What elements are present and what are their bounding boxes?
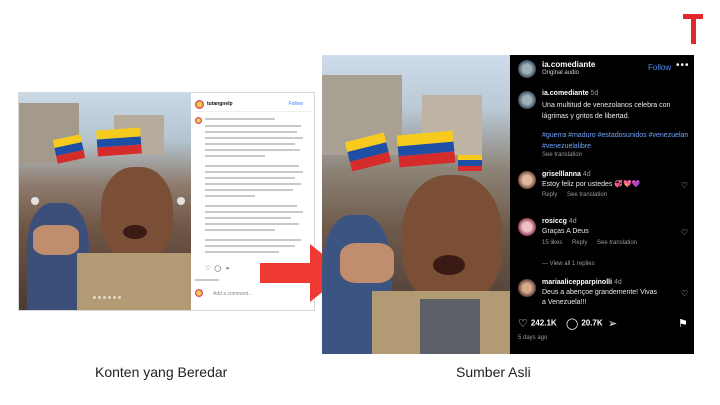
post-timestamp: 5 days ago xyxy=(518,335,548,341)
see-translation-link[interactable]: See translation xyxy=(597,240,637,246)
comment-text: Estoy feliz por ustedes 💞💖💜 xyxy=(542,181,641,188)
comment-button[interactable]: ◯ 20.7K xyxy=(566,317,603,330)
reply-link[interactable]: Reply xyxy=(572,240,587,246)
caption-username[interactable]: ia.comediante xyxy=(542,90,589,97)
heart-icon: ♡ xyxy=(518,318,528,330)
list-item: mariaalicepparpinolli 4d Deus a abençoe … xyxy=(518,279,694,313)
bookmark-icon: ⚑ xyxy=(678,318,688,330)
comment-author[interactable]: mariaalicepparpinolli 4d xyxy=(542,279,622,286)
circulated-post-header: tutangnelp Follow xyxy=(195,99,311,112)
circulated-content-label: Konten yang Beredar xyxy=(95,364,228,380)
comments-count: 20.7K xyxy=(581,318,603,328)
view-replies-link[interactable]: — View all 1 replies xyxy=(542,261,595,267)
comment-meta: Reply See translation xyxy=(542,192,615,198)
tempo-t-logo xyxy=(683,14,703,44)
caption-text: Una multitud de venezolanos celebra con … xyxy=(542,102,671,120)
original-post-photo xyxy=(322,55,510,354)
avatar[interactable] xyxy=(518,171,536,189)
list-item: griselllanna 4d Estoy feliz por ustedes … xyxy=(518,171,694,205)
post-author[interactable]: ia.comediante xyxy=(542,60,595,69)
avatar xyxy=(195,117,202,124)
caption-time: 5d xyxy=(590,90,599,97)
comment-author[interactable]: rosiccg 4d xyxy=(542,218,577,225)
avatar[interactable] xyxy=(518,60,536,78)
account-name[interactable]: tutangnelp xyxy=(207,101,233,107)
carousel-next-button[interactable] xyxy=(177,197,185,205)
original-post: ia.comediante Original audio Follow ••• … xyxy=(322,55,694,354)
heart-icon[interactable]: ♡ xyxy=(681,228,688,237)
audio-label[interactable]: Original audio xyxy=(542,70,579,76)
share-button[interactable]: ➢ xyxy=(608,317,620,330)
heart-icon[interactable]: ♡ xyxy=(681,181,688,190)
likes-count: 242.1K xyxy=(530,318,557,328)
circulated-post-photo xyxy=(19,93,191,310)
hashtags[interactable]: #guerra #maduro #estadosunidos #venezuel… xyxy=(542,130,690,152)
avatar[interactable] xyxy=(518,218,536,236)
send-icon: ➢ xyxy=(608,318,618,330)
comment-icon: ◯ xyxy=(566,318,579,330)
likes-count[interactable]: 15 likes xyxy=(542,240,562,246)
avatar[interactable] xyxy=(518,91,536,109)
avatar xyxy=(195,289,203,297)
comment-text: Deus a abençoe grandemente! Vivas a Vene… xyxy=(542,289,658,306)
carousel-dots xyxy=(93,296,121,299)
arrow-right-shape xyxy=(260,263,312,283)
heart-icon[interactable]: ♡ xyxy=(205,266,210,272)
circulated-post-actions: ♡ ◯ ➢ xyxy=(205,265,234,272)
comment-input[interactable]: Add a comment... xyxy=(213,291,252,297)
avatar[interactable] xyxy=(195,100,204,109)
comment-icon[interactable]: ◯ xyxy=(214,266,221,272)
caption-author[interactable]: ia.comediante 5d xyxy=(542,90,598,97)
comment-meta: 15 likes Reply See translation xyxy=(542,240,645,246)
follow-button[interactable]: Follow xyxy=(648,63,671,72)
heart-icon[interactable]: ♡ xyxy=(681,289,688,298)
instagram-comments-panel: ia.comediante Original audio Follow ••• … xyxy=(510,55,694,354)
reply-link[interactable]: Reply xyxy=(542,192,557,198)
more-options-icon[interactable]: ••• xyxy=(676,60,690,71)
avatar[interactable] xyxy=(518,279,536,297)
like-button[interactable]: ♡ 242.1K xyxy=(518,317,557,330)
save-button[interactable]: ⚑ xyxy=(678,317,691,330)
list-item: rosiccg 4d Graças A Deus 15 likes Reply … xyxy=(518,218,694,252)
original-source-label: Sumber Asli xyxy=(456,364,531,380)
see-translation-link[interactable]: See translation xyxy=(542,152,582,158)
carousel-prev-button[interactable] xyxy=(31,197,39,205)
follow-button[interactable]: Follow xyxy=(289,101,303,107)
share-icon[interactable]: ➢ xyxy=(225,266,230,272)
comment-text: Graças A Deus xyxy=(542,228,589,235)
comment-author[interactable]: griselllanna 4d xyxy=(542,171,591,178)
see-translation-link[interactable]: See translation xyxy=(567,192,607,198)
post-actions-bar: ♡ 242.1K ◯ 20.7K ➢ ⚑ xyxy=(518,317,690,331)
